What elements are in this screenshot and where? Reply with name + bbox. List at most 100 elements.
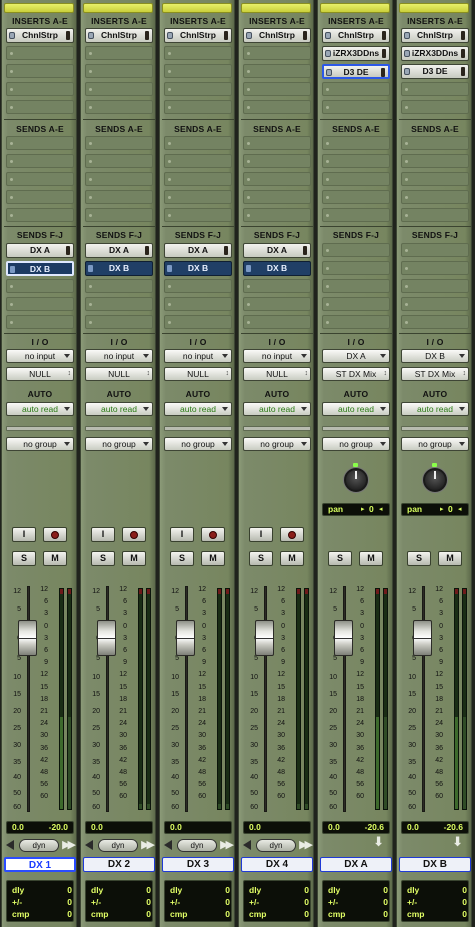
volume-fader[interactable] <box>176 619 195 656</box>
volume-fader[interactable] <box>18 619 37 656</box>
fast-forward-icon[interactable]: ▶▶ <box>299 838 313 851</box>
clip-indicator[interactable] <box>455 589 458 594</box>
insert-bypass-icon[interactable] <box>66 31 70 40</box>
solo-button[interactable]: S <box>249 551 273 566</box>
send-slot-fj-3-empty[interactable] <box>6 279 74 293</box>
send-slot-ae-4[interactable] <box>85 190 153 204</box>
clip-indicator[interactable] <box>218 589 221 594</box>
send-slot-ae-4[interactable] <box>164 190 232 204</box>
insert-power-icon[interactable] <box>326 69 332 76</box>
record-enable-button[interactable] <box>122 527 146 542</box>
solo-button[interactable]: S <box>12 551 36 566</box>
send-slot-ae-2[interactable] <box>164 154 232 168</box>
insert-slot-5-empty[interactable] <box>164 100 232 114</box>
channel-name[interactable]: DX A <box>320 857 392 872</box>
clip-indicator[interactable] <box>139 589 142 594</box>
send-mute-icon[interactable] <box>145 246 149 255</box>
send-slot-ae-5[interactable] <box>85 208 153 222</box>
mute-button[interactable]: M <box>122 551 146 566</box>
dyn-button[interactable]: dyn <box>256 839 296 852</box>
insert-slot-3-empty[interactable] <box>6 64 74 78</box>
send-slot-ae-3[interactable] <box>401 172 469 186</box>
left-arrow-icon[interactable] <box>85 840 93 850</box>
insert-power-icon[interactable] <box>9 32 15 39</box>
insert-slot-5-empty[interactable] <box>243 100 311 114</box>
send-slot-ae-4[interactable] <box>243 190 311 204</box>
channel-color-bar[interactable] <box>83 3 153 13</box>
output-selector[interactable]: NULL ↕ <box>6 367 74 381</box>
channel-color-bar[interactable] <box>4 3 74 13</box>
group-selector[interactable]: no group <box>164 437 232 451</box>
insert-bypass-icon[interactable] <box>145 31 149 40</box>
solo-button[interactable]: S <box>328 551 352 566</box>
fast-forward-icon[interactable]: ▶▶ <box>220 838 234 851</box>
input-selector[interactable]: no input <box>243 349 311 363</box>
insert-power-icon[interactable] <box>404 32 410 39</box>
send-slot-fj-3-empty[interactable] <box>401 279 469 293</box>
input-monitor-button[interactable]: I <box>249 527 273 542</box>
insert-bypass-icon[interactable] <box>381 68 385 77</box>
insert-bypass-icon[interactable] <box>461 67 465 76</box>
input-monitor-button[interactable]: I <box>170 527 194 542</box>
insert-slot-4-empty[interactable] <box>85 82 153 96</box>
send-slot-fj-4-empty[interactable] <box>243 297 311 311</box>
fast-forward-icon[interactable]: ▶▶ <box>141 838 155 851</box>
insert-bypass-icon[interactable] <box>382 31 386 40</box>
volume-fader[interactable] <box>334 619 353 656</box>
volume-readout[interactable]: 0.0 <box>164 821 232 834</box>
send-slot-fj-1[interactable]: DX A <box>243 243 311 258</box>
clip-indicator[interactable] <box>226 589 229 594</box>
send-slot-fj-4-empty[interactable] <box>6 297 74 311</box>
channel-name[interactable]: DX 3 <box>162 857 234 872</box>
dyn-button[interactable]: dyn <box>98 839 138 852</box>
channel-color-bar[interactable] <box>399 3 469 13</box>
group-selector[interactable]: no group <box>85 437 153 451</box>
send-slot-fj-2[interactable]: DX B <box>6 261 74 276</box>
down-arrow-icon[interactable]: ⬇ <box>373 834 384 850</box>
send-slot-fj-4-empty[interactable] <box>401 297 469 311</box>
send-slot-fj-2-empty[interactable] <box>401 261 469 275</box>
insert-slot-1[interactable]: ChnlStrp <box>6 28 74 43</box>
dyn-button[interactable]: dyn <box>19 839 59 852</box>
insert-slot-1[interactable]: ChnlStrp <box>322 28 390 43</box>
send-slot-fj-4-empty[interactable] <box>85 297 153 311</box>
send-slot-fj-2-empty[interactable] <box>322 261 390 275</box>
send-slot-ae-1[interactable] <box>322 136 390 150</box>
pan-knob[interactable] <box>344 468 368 492</box>
send-slot-ae-1[interactable] <box>164 136 232 150</box>
insert-slot-5-empty[interactable] <box>322 100 390 114</box>
pan-readout[interactable]: pan ▸ 0 ◂ <box>401 503 469 516</box>
send-slot-ae-2[interactable] <box>85 154 153 168</box>
clip-indicator[interactable] <box>384 589 387 594</box>
solo-button[interactable]: S <box>91 551 115 566</box>
automation-mode-selector[interactable]: auto read <box>322 402 390 416</box>
solo-button[interactable]: S <box>407 551 431 566</box>
send-slot-fj-5-empty[interactable] <box>243 315 311 329</box>
insert-slot-3-empty[interactable] <box>243 64 311 78</box>
channel-name[interactable]: DX 2 <box>83 857 155 872</box>
clip-indicator[interactable] <box>68 589 71 594</box>
send-slot-ae-5[interactable] <box>6 208 74 222</box>
send-slot-fj-2[interactable]: DX B <box>164 261 232 276</box>
automation-mode-selector[interactable]: auto read <box>243 402 311 416</box>
send-slot-fj-1[interactable]: DX A <box>85 243 153 258</box>
clip-indicator[interactable] <box>297 589 300 594</box>
volume-fader[interactable] <box>255 619 274 656</box>
volume-readout[interactable]: 0.0 -20.6 <box>322 821 390 834</box>
insert-power-icon[interactable] <box>246 32 252 39</box>
input-selector[interactable]: no input <box>6 349 74 363</box>
send-slot-ae-3[interactable] <box>6 172 74 186</box>
group-selector[interactable]: no group <box>401 437 469 451</box>
send-slot-ae-2[interactable] <box>6 154 74 168</box>
send-slot-ae-3[interactable] <box>164 172 232 186</box>
insert-slot-4-empty[interactable] <box>164 82 232 96</box>
output-selector[interactable]: NULL ↕ <box>164 367 232 381</box>
insert-slot-3[interactable]: D3 DE <box>322 64 390 79</box>
volume-fader[interactable] <box>413 619 432 656</box>
send-slot-ae-1[interactable] <box>85 136 153 150</box>
automation-mode-selector[interactable]: auto read <box>401 402 469 416</box>
send-slot-fj-2[interactable]: DX B <box>85 261 153 276</box>
insert-slot-2[interactable]: iZRX3DDns <box>322 46 390 61</box>
channel-color-bar[interactable] <box>320 3 390 13</box>
group-selector[interactable]: no group <box>243 437 311 451</box>
